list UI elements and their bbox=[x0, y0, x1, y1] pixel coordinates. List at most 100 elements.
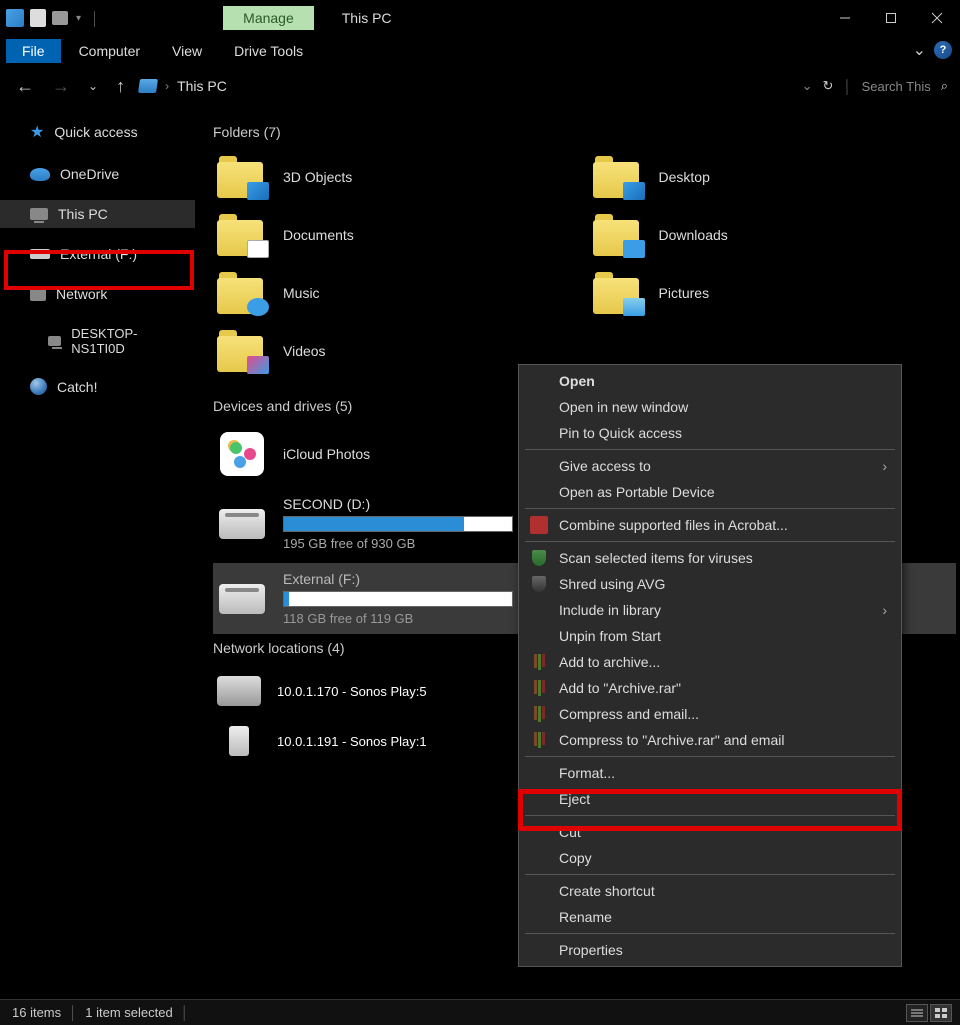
sidebar-item-label: OneDrive bbox=[60, 166, 119, 182]
drive-icon bbox=[217, 577, 267, 621]
menu-item-open[interactable]: Open bbox=[521, 368, 899, 394]
globe-icon bbox=[30, 378, 47, 395]
menu-item-unpin-start[interactable]: Unpin from Start bbox=[521, 623, 899, 649]
sidebar-item-label: Network bbox=[56, 286, 107, 302]
folder-label: Videos bbox=[283, 343, 326, 359]
menu-item-properties[interactable]: Properties bbox=[521, 937, 899, 963]
menu-item-compress-email[interactable]: Compress and email... bbox=[521, 701, 899, 727]
shield-icon bbox=[529, 549, 549, 567]
view-mode-buttons bbox=[906, 1004, 952, 1022]
search-placeholder[interactable]: Search This bbox=[862, 79, 931, 94]
menu-item-open-new-window[interactable]: Open in new window bbox=[521, 394, 899, 420]
nav-back-button[interactable]: ← bbox=[12, 74, 38, 99]
maximize-button[interactable] bbox=[868, 0, 914, 36]
menu-item-pin-quick-access[interactable]: Pin to Quick access bbox=[521, 420, 899, 446]
folder-icon bbox=[217, 214, 267, 256]
submenu-arrow-icon: › bbox=[882, 602, 887, 618]
tab-drive-tools[interactable]: Drive Tools bbox=[220, 39, 317, 63]
context-menu: Open Open in new window Pin to Quick acc… bbox=[518, 364, 902, 967]
menu-item-format[interactable]: Format... bbox=[521, 760, 899, 786]
folder-downloads[interactable]: Downloads bbox=[589, 208, 957, 262]
menu-item-combine-acrobat[interactable]: Combine supported files in Acrobat... bbox=[521, 512, 899, 538]
sidebar-item-quick-access[interactable]: ★ Quick access bbox=[0, 116, 195, 148]
refresh-icon[interactable]: ↻ bbox=[823, 78, 834, 94]
pc-icon bbox=[30, 208, 48, 220]
folder-label: Documents bbox=[283, 227, 354, 243]
qat-dropdown-icon[interactable]: ▾ bbox=[76, 13, 81, 24]
breadcrumb[interactable]: › This PC bbox=[139, 78, 792, 94]
sidebar-item-network-node[interactable]: DESKTOP-NS1TI0D bbox=[0, 320, 195, 362]
menu-item-add-archive-rar[interactable]: Add to "Archive.rar" bbox=[521, 675, 899, 701]
menu-item-shred[interactable]: Shred using AVG bbox=[521, 571, 899, 597]
sidebar-item-this-pc[interactable]: This PC bbox=[0, 200, 195, 228]
folder-icon bbox=[593, 156, 643, 198]
search-icon[interactable]: ⌕ bbox=[941, 78, 948, 94]
breadcrumb-separator-icon: › bbox=[165, 79, 169, 93]
device-free-text: 195 GB free of 930 GB bbox=[283, 536, 523, 551]
tab-computer[interactable]: Computer bbox=[65, 39, 154, 63]
properties-icon[interactable] bbox=[30, 9, 46, 27]
nav-forward-button[interactable]: → bbox=[48, 74, 74, 99]
device-label: SECOND (D:) bbox=[283, 496, 523, 512]
sidebar-item-external-drive[interactable]: External (F:) bbox=[0, 240, 195, 268]
menu-item-eject[interactable]: Eject bbox=[521, 786, 899, 812]
menu-item-include-library[interactable]: Include in library› bbox=[521, 597, 899, 623]
shred-icon bbox=[529, 575, 549, 593]
tab-file[interactable]: File bbox=[6, 39, 61, 63]
folder-desktop[interactable]: Desktop bbox=[589, 150, 957, 204]
ribbon-context-tab[interactable]: Manage bbox=[223, 6, 314, 30]
sidebar-item-catch[interactable]: Catch! bbox=[0, 372, 195, 401]
pc-icon bbox=[138, 79, 158, 93]
folder-music[interactable]: Music bbox=[213, 266, 581, 320]
drive-icon bbox=[217, 502, 267, 546]
folder-3d-objects[interactable]: 3D Objects bbox=[213, 150, 581, 204]
menu-item-compress-rar-email[interactable]: Compress to "Archive.rar" and email bbox=[521, 727, 899, 753]
archive-icon bbox=[529, 679, 549, 697]
folder-documents[interactable]: Documents bbox=[213, 208, 581, 262]
folder-label: Pictures bbox=[659, 285, 710, 301]
device-free-text: 118 GB free of 119 GB bbox=[283, 611, 523, 626]
new-folder-icon[interactable] bbox=[52, 11, 68, 25]
menu-separator bbox=[525, 449, 895, 450]
separator: │ bbox=[69, 1005, 77, 1020]
nav-recent-dropdown[interactable]: ⌄ bbox=[84, 77, 102, 95]
sidebar-item-label: Catch! bbox=[57, 379, 97, 395]
sidebar-item-onedrive[interactable]: OneDrive bbox=[0, 160, 195, 188]
status-bar: 16 items │ 1 item selected │ bbox=[0, 999, 960, 1025]
breadcrumb-location[interactable]: This PC bbox=[177, 78, 227, 94]
sidebar-item-label: External (F:) bbox=[60, 246, 137, 262]
menu-item-copy[interactable]: Copy bbox=[521, 845, 899, 871]
menu-item-scan-viruses[interactable]: Scan selected items for viruses bbox=[521, 545, 899, 571]
minimize-button[interactable] bbox=[822, 0, 868, 36]
menu-separator bbox=[525, 541, 895, 542]
menu-item-give-access[interactable]: Give access to› bbox=[521, 453, 899, 479]
status-selected-count: 1 item selected bbox=[85, 1005, 172, 1020]
tab-view[interactable]: View bbox=[158, 39, 216, 63]
pc-icon bbox=[48, 336, 61, 346]
menu-item-create-shortcut[interactable]: Create shortcut bbox=[521, 878, 899, 904]
menu-item-rename[interactable]: Rename bbox=[521, 904, 899, 930]
app-icon bbox=[6, 9, 24, 27]
quick-access-toolbar: ▾ │ bbox=[6, 9, 103, 27]
submenu-arrow-icon: › bbox=[882, 458, 887, 474]
section-header-folders[interactable]: Folders (7) bbox=[213, 124, 956, 140]
device-label: iCloud Photos bbox=[283, 446, 370, 462]
help-icon[interactable]: ? bbox=[934, 41, 952, 59]
menu-item-open-portable[interactable]: Open as Portable Device bbox=[521, 479, 899, 505]
storage-bar bbox=[283, 516, 513, 532]
folder-label: Music bbox=[283, 285, 320, 301]
close-button[interactable] bbox=[914, 0, 960, 36]
menu-item-add-archive[interactable]: Add to archive... bbox=[521, 649, 899, 675]
separator: │ bbox=[91, 11, 99, 26]
titlebar: ▾ │ Manage This PC bbox=[0, 0, 960, 36]
address-dropdown-icon[interactable]: ⌄ bbox=[802, 78, 813, 94]
menu-item-cut[interactable]: Cut bbox=[521, 819, 899, 845]
nav-up-button[interactable]: ↑ bbox=[112, 74, 129, 99]
drive-icon bbox=[30, 249, 50, 259]
folder-pictures[interactable]: Pictures bbox=[589, 266, 957, 320]
view-tiles-button[interactable] bbox=[930, 1004, 952, 1022]
sidebar-item-network[interactable]: Network bbox=[0, 280, 195, 308]
ribbon-expand-icon[interactable]: ⌄ bbox=[913, 40, 926, 60]
sidebar-item-label: Quick access bbox=[54, 124, 137, 140]
view-details-button[interactable] bbox=[906, 1004, 928, 1022]
